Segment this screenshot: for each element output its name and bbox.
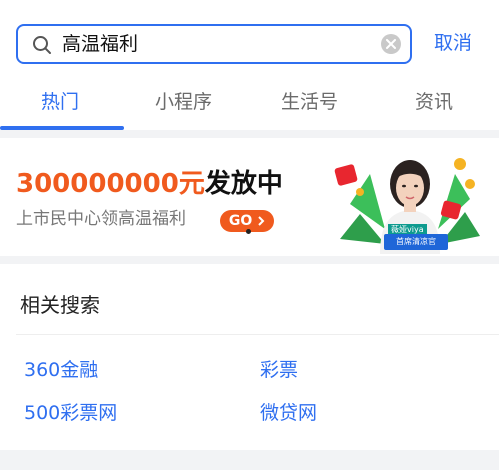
top-bar: 高温福利 取消 热门 小程序 生活号 资讯 — [0, 0, 499, 130]
tab-hot[interactable]: 热门 — [41, 90, 79, 114]
clear-icon[interactable] — [381, 34, 401, 54]
go-label: GO — [228, 213, 253, 229]
gold-coin-icon — [454, 158, 466, 170]
red-envelope-icon — [334, 164, 358, 186]
related-link[interactable]: 360金融 — [24, 358, 98, 382]
related-link[interactable]: 500彩票网 — [24, 401, 117, 425]
divider — [16, 334, 499, 335]
banner-suffix: 发放中 — [204, 169, 283, 199]
chevron-right-icon — [258, 216, 265, 226]
related-title: 相关搜索 — [20, 293, 100, 317]
related-link[interactable]: 彩票 — [260, 358, 298, 382]
active-tab-indicator — [0, 126, 124, 130]
tab-bar: 热门 小程序 生活号 资讯 — [0, 82, 499, 130]
related-link[interactable]: 微贷网 — [260, 401, 317, 425]
promo-caption: 首席清凉官 — [384, 234, 448, 250]
related-searches: 相关搜索 360金融 彩票 500彩票网 微贷网 — [0, 264, 499, 450]
search-input[interactable]: 高温福利 — [16, 24, 412, 64]
carousel-dot — [246, 229, 251, 234]
tab-life-accounts[interactable]: 生活号 — [281, 90, 338, 114]
tab-mini-programs[interactable]: 小程序 — [155, 90, 212, 114]
banner-headline: 300000000元发放中 — [16, 168, 283, 200]
banner-subtitle: 上市民中心领高温福利 — [16, 209, 186, 229]
search-icon — [33, 36, 51, 54]
cancel-button[interactable]: 取消 — [434, 31, 472, 55]
tab-news[interactable]: 资讯 — [415, 90, 453, 114]
banner-amount: 300000000元 — [16, 169, 205, 199]
search-query[interactable]: 高温福利 — [62, 33, 138, 55]
promo-banner[interactable]: 300000000元发放中 上市民中心领高温福利 GO 薇娅viya 首席清凉官 — [0, 138, 499, 256]
